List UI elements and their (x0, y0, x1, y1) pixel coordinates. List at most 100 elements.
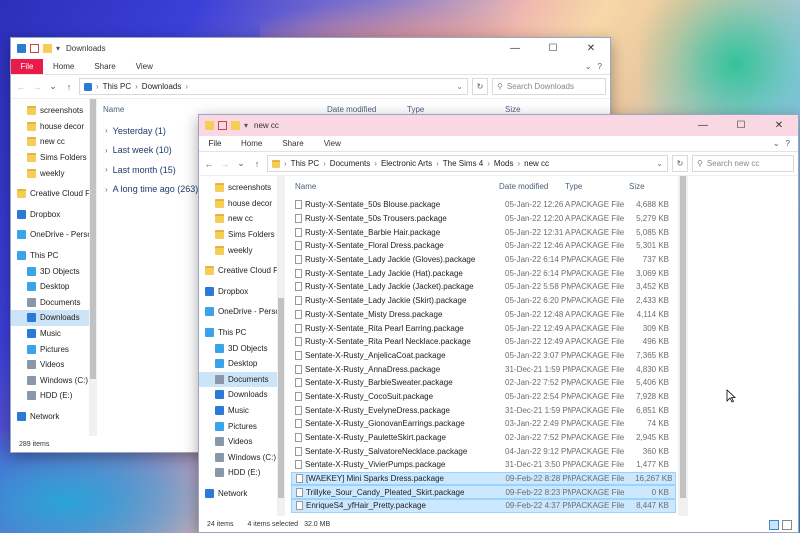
file-row[interactable]: Rusty-X-Sentate_Lady Jackie (Skirt).pack… (291, 294, 676, 308)
nav-item[interactable]: Sims Folders (199, 227, 285, 243)
back-button[interactable]: ← (203, 159, 215, 169)
nav-item[interactable]: Windows (C:) (11, 373, 97, 389)
back-button[interactable]: ← (15, 82, 27, 92)
nav-item[interactable]: HDD (E:) (199, 465, 285, 481)
nav-item[interactable]: Creative Cloud Fil (11, 186, 97, 202)
file-row[interactable]: Rusty-X-Sentate_Rita Pearl Necklace.pack… (291, 335, 676, 349)
folder-icon[interactable] (43, 44, 52, 53)
file-row[interactable]: Rusty-X-Sentate_Rita Pearl Earring.packa… (291, 321, 676, 335)
file-row[interactable]: Rusty-X-Sentate_Floral Dress.package 05-J… (291, 239, 676, 253)
tab-home[interactable]: Home (43, 59, 84, 74)
tab-view[interactable]: View (314, 136, 351, 151)
nav-item[interactable]: Music (199, 403, 285, 419)
file-row[interactable]: Sentate-X-Rusty_AnjelicaCoat.package 05-J… (291, 349, 676, 363)
nav-item[interactable]: Pictures (11, 341, 97, 357)
nav-item[interactable]: screenshots📌 (11, 103, 97, 119)
nav-item[interactable]: This PC (11, 248, 97, 264)
help-icon[interactable]: ? (598, 62, 602, 71)
nav-item[interactable]: Creative Cloud Fil (199, 263, 285, 279)
nav-item[interactable]: HDD (E:) (11, 388, 97, 404)
column-type[interactable]: Type (401, 105, 499, 114)
nav-item[interactable]: Documents (199, 371, 285, 388)
up-button[interactable]: ↑ (251, 159, 263, 169)
forward-button[interactable]: → (219, 159, 231, 169)
nav-item[interactable]: Videos (11, 357, 97, 373)
chevron-right-icon[interactable]: › (185, 82, 188, 91)
column-date-modified[interactable]: Date modified (499, 182, 565, 191)
breadcrumb-the-sims-4[interactable]: The Sims 4 (443, 159, 483, 168)
title-bar[interactable]: ▾ new cc — ☐ ✕ (199, 115, 798, 136)
tab-file[interactable]: File (11, 59, 43, 74)
nav-item[interactable]: OneDrive - Persor (11, 227, 97, 243)
column-name[interactable]: Name (285, 182, 499, 191)
tab-view[interactable]: View (126, 59, 163, 74)
nav-item[interactable]: Sims Folders (11, 150, 97, 166)
breadcrumb-new-cc[interactable]: new cc (524, 159, 549, 168)
search-input[interactable]: Search Downloads (507, 82, 574, 91)
tab-share[interactable]: Share (84, 59, 125, 74)
folder-icon[interactable] (231, 121, 240, 130)
search-input[interactable]: Search new cc (707, 159, 759, 168)
details-view-button[interactable] (769, 520, 779, 530)
file-row[interactable]: Trillyke_Sour_Candy_Pleated_Skirt.packag… (291, 485, 676, 500)
nav-item[interactable]: Dropbox (199, 284, 285, 300)
nav-item[interactable]: Videos (199, 434, 285, 450)
column-size[interactable]: Size (629, 182, 669, 191)
expand-ribbon-icon[interactable]: ⌄ (773, 139, 780, 148)
breadcrumb-downloads[interactable]: Downloads (142, 82, 182, 91)
file-row[interactable]: Rusty-X-Sentate_50s Trousers.package 05-J… (291, 212, 676, 226)
file-row[interactable]: Rusty-X-Sentate_50s Blouse.package 05-Jan… (291, 198, 676, 212)
nav-item[interactable]: OneDrive - Persor (199, 304, 285, 320)
nav-item[interactable]: Dropbox (11, 207, 97, 223)
nav-item[interactable]: Network (11, 409, 97, 425)
chevron-right-icon[interactable]: › (284, 159, 287, 168)
chevron-right-icon[interactable]: › (374, 159, 377, 168)
breadcrumb-mods[interactable]: Mods (494, 159, 514, 168)
nav-item[interactable]: 3D Objects (199, 340, 285, 356)
maximize-button[interactable]: ☐ (534, 38, 572, 59)
file-row[interactable]: Sentate-X-Rusty_AnnaDress.package 31-Dec-… (291, 362, 676, 376)
chevron-right-icon[interactable]: › (135, 82, 138, 91)
maximize-button[interactable]: ☐ (722, 115, 760, 136)
nav-item[interactable]: Pictures (199, 418, 285, 434)
tab-home[interactable]: Home (231, 136, 272, 151)
toolbar-dropdown-icon[interactable]: ▾ (244, 121, 248, 130)
nav-item[interactable]: house decor (199, 196, 285, 212)
file-row[interactable]: Sentate-X-Rusty_PauletteSkirt.package 02-… (291, 431, 676, 445)
close-button[interactable]: ✕ (572, 38, 610, 59)
file-row[interactable]: EnriqueS4_yfHair_Pretty.package 09-Feb-22… (291, 499, 676, 513)
file-row[interactable]: Sentate-X-Rusty_SalvatoreNecklace.packag… (291, 444, 676, 458)
close-button[interactable]: ✕ (760, 115, 798, 136)
explorer-window-new-cc[interactable]: ▾ new cc — ☐ ✕ File Home Share View ⌄? ←… (198, 114, 799, 533)
nav-item[interactable]: weekly (11, 165, 97, 181)
chevron-right-icon[interactable]: › (323, 159, 326, 168)
nav-item[interactable]: Desktop (199, 356, 285, 372)
chevron-right-icon[interactable]: › (436, 159, 439, 168)
forward-button[interactable]: → (31, 82, 43, 92)
refresh-button[interactable]: ↻ (672, 155, 688, 172)
file-row[interactable]: Rusty-X-Sentate_Barbie Hair.package 05-Ja… (291, 225, 676, 239)
navigation-scrollbar[interactable] (89, 99, 97, 436)
properties-icon[interactable] (30, 44, 39, 53)
file-row[interactable]: Sentate-X-Rusty_CocoSuit.package 05-Jan-2… (291, 390, 676, 404)
file-row[interactable]: Rusty-X-Sentate_Misty Dress.package 05-Ja… (291, 308, 676, 322)
minimize-button[interactable]: — (496, 38, 534, 59)
nav-item[interactable]: Desktop (11, 279, 97, 295)
tab-share[interactable]: Share (272, 136, 313, 151)
file-row[interactable]: [WAEKEY] Mini Sparks Dress.package 09-Feb… (291, 471, 676, 486)
file-row[interactable]: Rusty-X-Sentate_Lady Jackie (Hat).packag… (291, 266, 676, 280)
nav-item[interactable]: Music (11, 326, 97, 342)
refresh-button[interactable]: ↻ (472, 78, 488, 95)
download-icon[interactable] (17, 44, 26, 53)
address-input[interactable]: › This PC › Downloads › ⌄ (79, 78, 468, 95)
file-row[interactable]: Rusty-X-Sentate_Lady Jackie (Jacket).pac… (291, 280, 676, 294)
breadcrumb-documents[interactable]: Documents (330, 159, 370, 168)
breadcrumb-this-pc[interactable]: This PC (103, 82, 131, 91)
nav-item[interactable]: Network (199, 486, 285, 502)
nav-item[interactable]: house decor (11, 119, 97, 135)
title-bar[interactable]: ▾ Downloads — ☐ ✕ (11, 38, 610, 59)
search-box[interactable]: ⚲ Search new cc (692, 155, 794, 172)
folder-icon[interactable] (205, 121, 214, 130)
address-input[interactable]: › This PC › Documents › Electronic Arts … (267, 155, 668, 172)
column-name[interactable]: Name (97, 105, 321, 114)
